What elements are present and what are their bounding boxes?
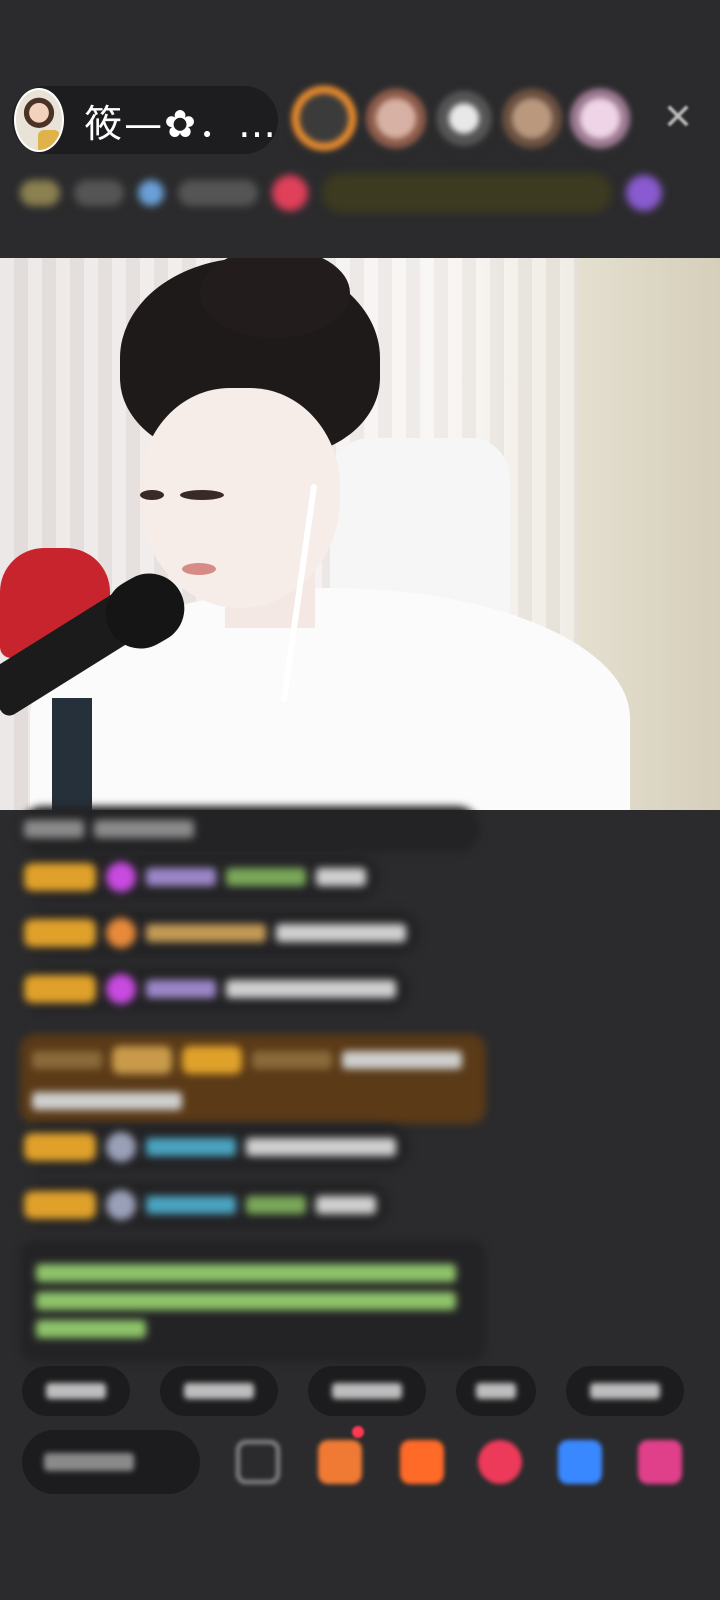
lips <box>182 563 216 575</box>
user-name[interactable] <box>146 1196 236 1214</box>
message-text <box>316 1196 376 1214</box>
level-badge <box>24 919 96 947</box>
rank-text <box>74 180 124 206</box>
user-name[interactable] <box>146 868 216 886</box>
viewer-avatar[interactable] <box>366 86 426 158</box>
emoji-icon[interactable] <box>236 1440 280 1484</box>
quick-reply-chip[interactable] <box>160 1366 278 1416</box>
message-text <box>276 924 406 942</box>
user-name[interactable] <box>146 980 216 998</box>
live-video[interactable] <box>0 258 720 810</box>
viewer-avatar[interactable] <box>434 86 494 158</box>
level-badge <box>112 1046 172 1074</box>
system-notice-line <box>36 1264 456 1282</box>
system-notice-line <box>36 1292 456 1310</box>
level-badge <box>24 1133 96 1161</box>
chat-input[interactable] <box>22 1430 200 1494</box>
fans-icon[interactable] <box>138 180 164 206</box>
user-name[interactable] <box>146 924 266 942</box>
quick-reply-chip[interactable] <box>22 1366 130 1416</box>
game-icon[interactable] <box>558 1440 602 1484</box>
user-name[interactable] <box>146 1138 236 1156</box>
message-text <box>32 1092 182 1110</box>
message-text <box>246 1138 396 1156</box>
live-room: 筱—✿．… ✕ <box>0 0 720 1600</box>
viewer-avatar[interactable] <box>290 84 358 160</box>
user-name[interactable] <box>226 868 306 886</box>
message-text <box>316 868 366 886</box>
message-text <box>226 980 396 998</box>
room-badges-row <box>20 168 696 218</box>
gem-icon <box>106 974 136 1004</box>
gem-icon <box>106 862 136 892</box>
host-avatar[interactable] <box>14 88 65 152</box>
host-name: 筱—✿．… <box>84 101 278 146</box>
gem-icon <box>106 1132 136 1162</box>
host-info-pill[interactable]: 筱—✿．… <box>12 86 278 154</box>
quick-reply-chip[interactable] <box>456 1366 536 1416</box>
quick-reply-bar <box>22 1366 684 1416</box>
gift-box-icon[interactable] <box>318 1440 362 1484</box>
fans-text <box>178 180 258 206</box>
system-notice-line <box>36 1320 146 1338</box>
activity-icon[interactable] <box>626 175 662 211</box>
gift-message[interactable] <box>20 1034 486 1124</box>
system-notice <box>20 1240 486 1362</box>
user-name[interactable] <box>246 1196 306 1214</box>
message-text <box>94 820 194 838</box>
chat-message[interactable] <box>20 854 380 900</box>
quick-reply-chip[interactable] <box>308 1366 426 1416</box>
level-badge <box>182 1046 242 1074</box>
quick-reply-chip[interactable] <box>566 1366 684 1416</box>
viewer-avatar[interactable] <box>570 86 630 158</box>
eye <box>180 490 224 500</box>
chat-message[interactable] <box>20 806 480 852</box>
viewer-avatar[interactable] <box>502 86 562 158</box>
gift-message-row <box>32 1046 474 1074</box>
heart-gift-icon[interactable] <box>478 1440 522 1484</box>
notification-dot <box>352 1426 364 1438</box>
chat-message[interactable] <box>20 1182 390 1228</box>
chat-message[interactable] <box>20 966 410 1012</box>
chat-message[interactable] <box>20 910 420 956</box>
notice-banner[interactable] <box>322 173 612 213</box>
level-badge <box>24 863 96 891</box>
more-icon[interactable] <box>638 1440 682 1484</box>
close-icon[interactable]: ✕ <box>660 100 696 136</box>
gem-icon <box>106 1190 136 1220</box>
bottom-toolbar <box>22 1426 702 1498</box>
gem-icon <box>106 918 136 948</box>
level-badge <box>24 1191 96 1219</box>
message-text <box>24 820 84 838</box>
message-text <box>32 1051 102 1069</box>
user-name[interactable] <box>252 1051 332 1069</box>
rank-badge[interactable] <box>20 180 60 206</box>
level-badge <box>24 975 96 1003</box>
treasure-icon[interactable] <box>400 1440 444 1484</box>
top-viewers <box>290 84 630 160</box>
eye <box>140 490 164 500</box>
heart-icon[interactable] <box>272 175 308 211</box>
gift-message-row <box>32 1092 474 1110</box>
mic-stand <box>52 698 92 810</box>
message-text <box>342 1051 462 1069</box>
chat-message[interactable] <box>20 1124 410 1170</box>
